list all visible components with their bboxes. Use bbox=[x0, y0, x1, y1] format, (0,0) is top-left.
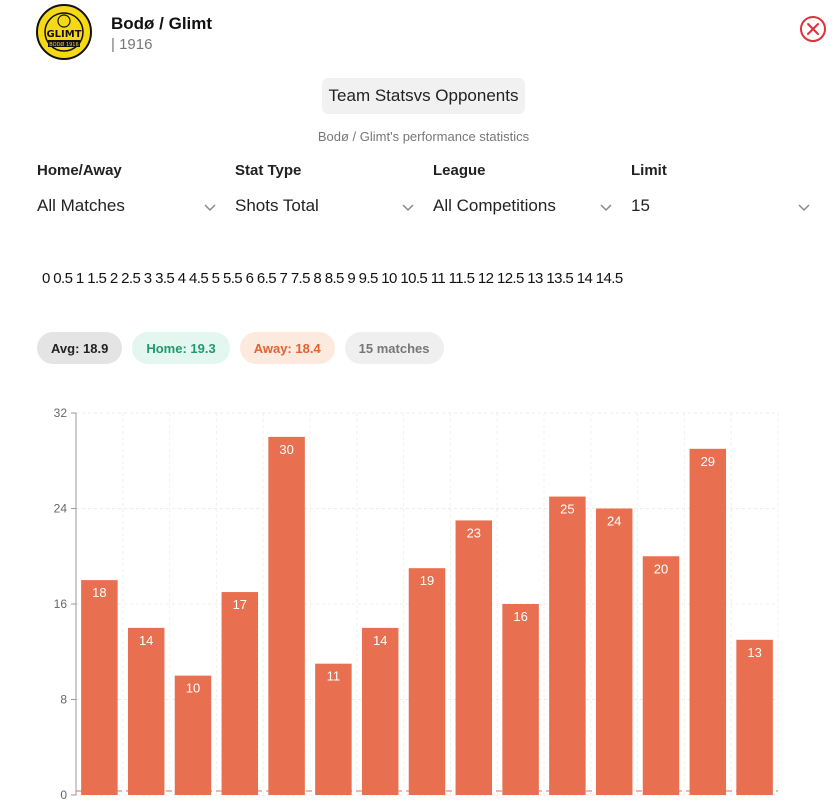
filter-home-away: Home/Away All Matches bbox=[37, 162, 217, 222]
y-tick-label: 24 bbox=[54, 502, 68, 516]
filter-limit: Limit 15 bbox=[631, 162, 811, 222]
close-icon bbox=[807, 23, 819, 35]
team-logo: GLIMT BODØ 1916 bbox=[36, 4, 92, 60]
bar bbox=[549, 496, 586, 795]
close-button[interactable] bbox=[800, 16, 826, 42]
bar-value-label: 10 bbox=[186, 681, 200, 696]
bar bbox=[642, 556, 680, 795]
bar bbox=[81, 580, 118, 795]
bar-value-label: 19 bbox=[420, 573, 434, 588]
bar-value-label: 23 bbox=[467, 525, 481, 540]
bar bbox=[221, 592, 259, 795]
match-count-badge: 15 matches bbox=[344, 332, 444, 364]
filter-label: Home/Away bbox=[37, 162, 122, 179]
bar bbox=[268, 436, 305, 795]
svg-text:BODØ 1916: BODØ 1916 bbox=[49, 41, 78, 48]
chevron-down-icon bbox=[798, 204, 810, 212]
bar bbox=[127, 627, 165, 795]
bar-value-label: 18 bbox=[92, 585, 106, 600]
summary-pills: Avg: 18.9 Home: 19.3 Away: 18.4 15 match… bbox=[37, 332, 444, 364]
shots-bar-chart: 0 8 16 24 32 18 14 10 17 30 11 14 19 23 16 25 24 20 29 13 bbox=[54, 406, 779, 802]
home-average-badge: Home: 19.3 bbox=[132, 332, 230, 364]
filter-label: Stat Type bbox=[235, 162, 302, 179]
svg-text:GLIMT: GLIMT bbox=[46, 29, 81, 40]
bar-value-label: 14 bbox=[139, 633, 153, 648]
team-stats-vs-opponents-toggle[interactable]: Team Statsvs Opponents bbox=[322, 78, 525, 114]
bar bbox=[361, 627, 399, 795]
stat-type-select[interactable]: Shots Total bbox=[235, 196, 415, 222]
bar-value-label: 24 bbox=[607, 514, 621, 529]
limit-select[interactable]: 15 bbox=[631, 196, 811, 222]
bar bbox=[736, 639, 773, 795]
bar-value-label: 11 bbox=[327, 669, 341, 684]
limit-slider-ticks[interactable]: 0 0.5 1 1.5 2 2.5 3 3.5 4 4.5 5 5.5 6 6.… bbox=[42, 270, 642, 292]
filter-label: League bbox=[433, 162, 486, 179]
chevron-down-icon bbox=[204, 204, 216, 212]
home-away-select[interactable]: All Matches bbox=[37, 196, 217, 222]
bar-value-label: 30 bbox=[279, 442, 293, 457]
bar-value-label: 25 bbox=[560, 502, 574, 517]
y-tick-label: 32 bbox=[54, 406, 68, 420]
filter-label: Limit bbox=[631, 162, 667, 179]
team-header: GLIMT BODØ 1916 Bodø / Glimt | 1916 bbox=[36, 4, 826, 60]
y-tick-label: 16 bbox=[54, 597, 68, 611]
bar bbox=[689, 448, 727, 795]
chevron-down-icon bbox=[600, 204, 612, 212]
team-founded-year: | 1916 bbox=[111, 36, 153, 53]
filter-league: League All Competitions bbox=[433, 162, 613, 222]
bar-value-label: 14 bbox=[373, 633, 387, 648]
page-subtitle: Bodø / Glimt's performance statistics bbox=[317, 129, 530, 144]
bar-value-label: 17 bbox=[233, 597, 247, 612]
bar bbox=[595, 508, 633, 795]
bar bbox=[455, 520, 493, 795]
league-select[interactable]: All Competitions bbox=[433, 196, 613, 222]
team-name: Bodø / Glimt bbox=[111, 14, 213, 33]
filter-stat-type: Stat Type Shots Total bbox=[235, 162, 415, 222]
bar bbox=[502, 604, 539, 795]
y-tick-label: 0 bbox=[60, 788, 67, 802]
bar bbox=[408, 568, 446, 795]
chevron-down-icon bbox=[402, 204, 414, 212]
bar-value-label: 13 bbox=[747, 645, 761, 660]
away-average-badge: Away: 18.4 bbox=[239, 332, 335, 364]
bar-value-label: 20 bbox=[654, 561, 668, 576]
bar-value-label: 16 bbox=[513, 609, 527, 624]
y-tick-label: 8 bbox=[60, 693, 67, 707]
average-badge: Avg: 18.9 bbox=[37, 332, 123, 364]
bar-value-label: 29 bbox=[701, 454, 715, 469]
